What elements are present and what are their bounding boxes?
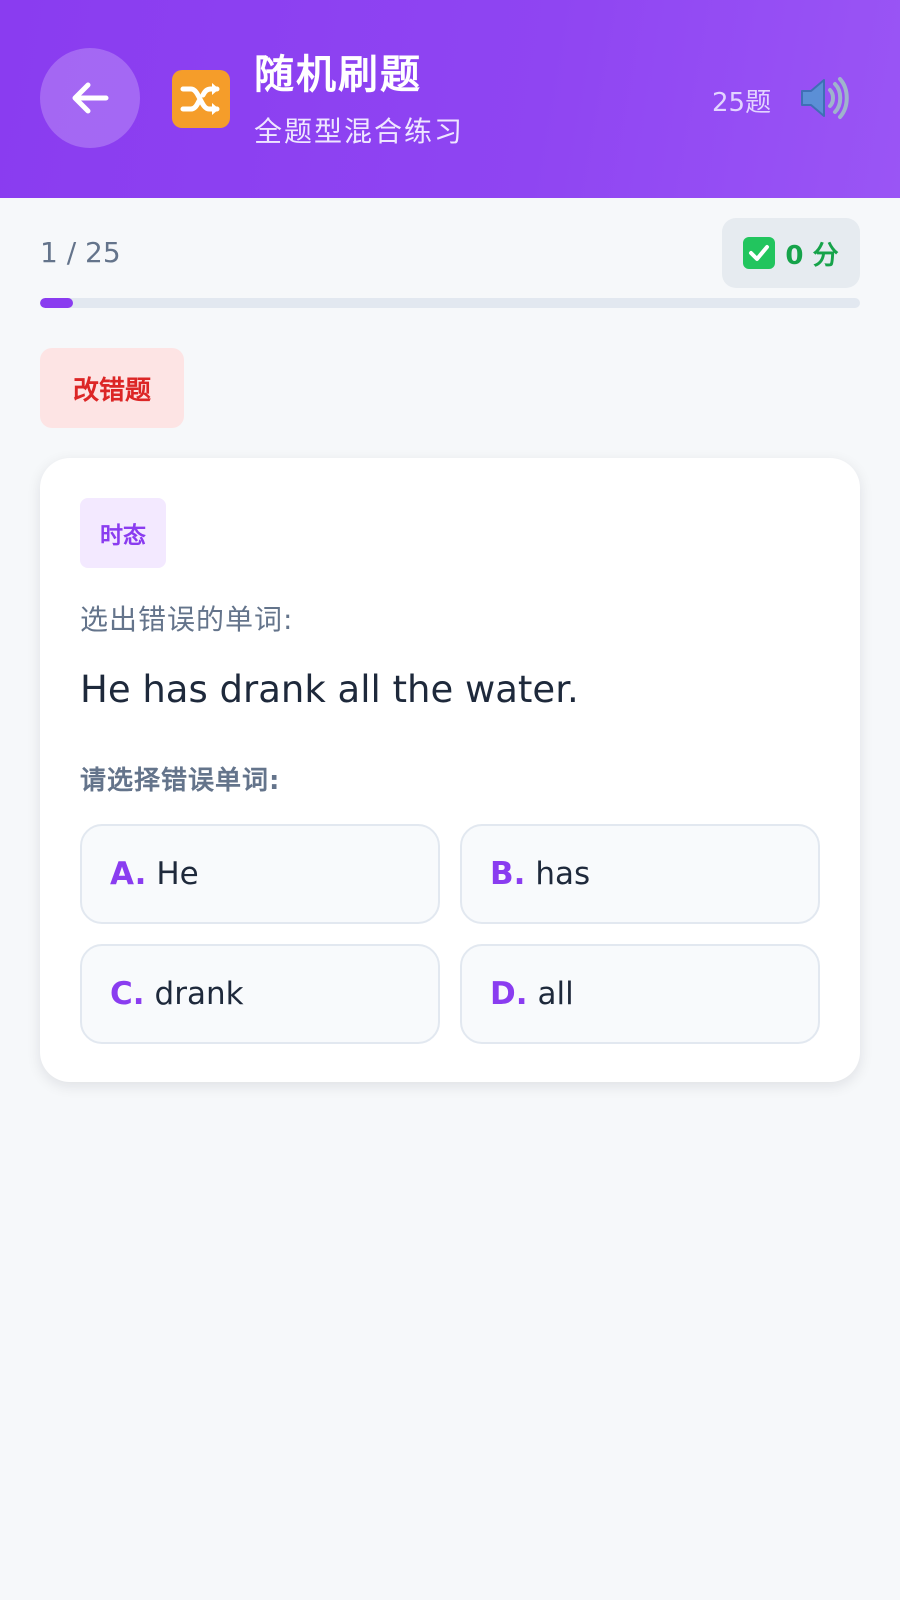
back-button[interactable]: [40, 48, 140, 148]
option-text: He: [156, 856, 199, 892]
option-text: all: [537, 976, 574, 1012]
progress-counter: 1 / 25: [40, 236, 121, 269]
option-letter: A.: [110, 856, 147, 892]
option-d-button[interactable]: D. all: [460, 944, 820, 1044]
question-instruction: 选出错误的单词:: [80, 603, 294, 636]
category-tag: 时态: [80, 498, 166, 568]
arrow-left-icon: [72, 82, 109, 114]
option-a-button[interactable]: A. He: [80, 824, 440, 924]
progress-bar: [40, 298, 860, 308]
progress-bar-fill: [40, 298, 73, 308]
option-c-button[interactable]: C. drank: [80, 944, 440, 1044]
question-sentence: He has drank all the water.: [80, 668, 579, 711]
speaker-icon[interactable]: [796, 70, 852, 126]
answer-prompt: 请选择错误单词:: [80, 766, 281, 796]
score-badge: 0 分: [722, 218, 860, 288]
option-letter: C.: [110, 976, 145, 1012]
option-letter: D.: [490, 976, 528, 1012]
option-text: drank: [154, 976, 244, 1012]
question-type-tag: 改错题: [40, 348, 184, 428]
check-icon: [743, 237, 776, 269]
score-value: 0 分: [785, 240, 839, 271]
page-title: 随机刷题: [254, 52, 422, 98]
app-header: 随机刷题 全题型混合练习 25题: [0, 0, 900, 198]
question-count: 25题: [712, 88, 772, 118]
option-text: has: [535, 856, 591, 892]
question-card: 时态 选出错误的单词: He has drank all the water. …: [40, 458, 860, 1082]
shuffle-icon: [172, 70, 230, 128]
option-b-button[interactable]: B. has: [460, 824, 820, 924]
option-letter: B.: [490, 856, 526, 892]
page-subtitle: 全题型混合练习: [254, 115, 465, 148]
